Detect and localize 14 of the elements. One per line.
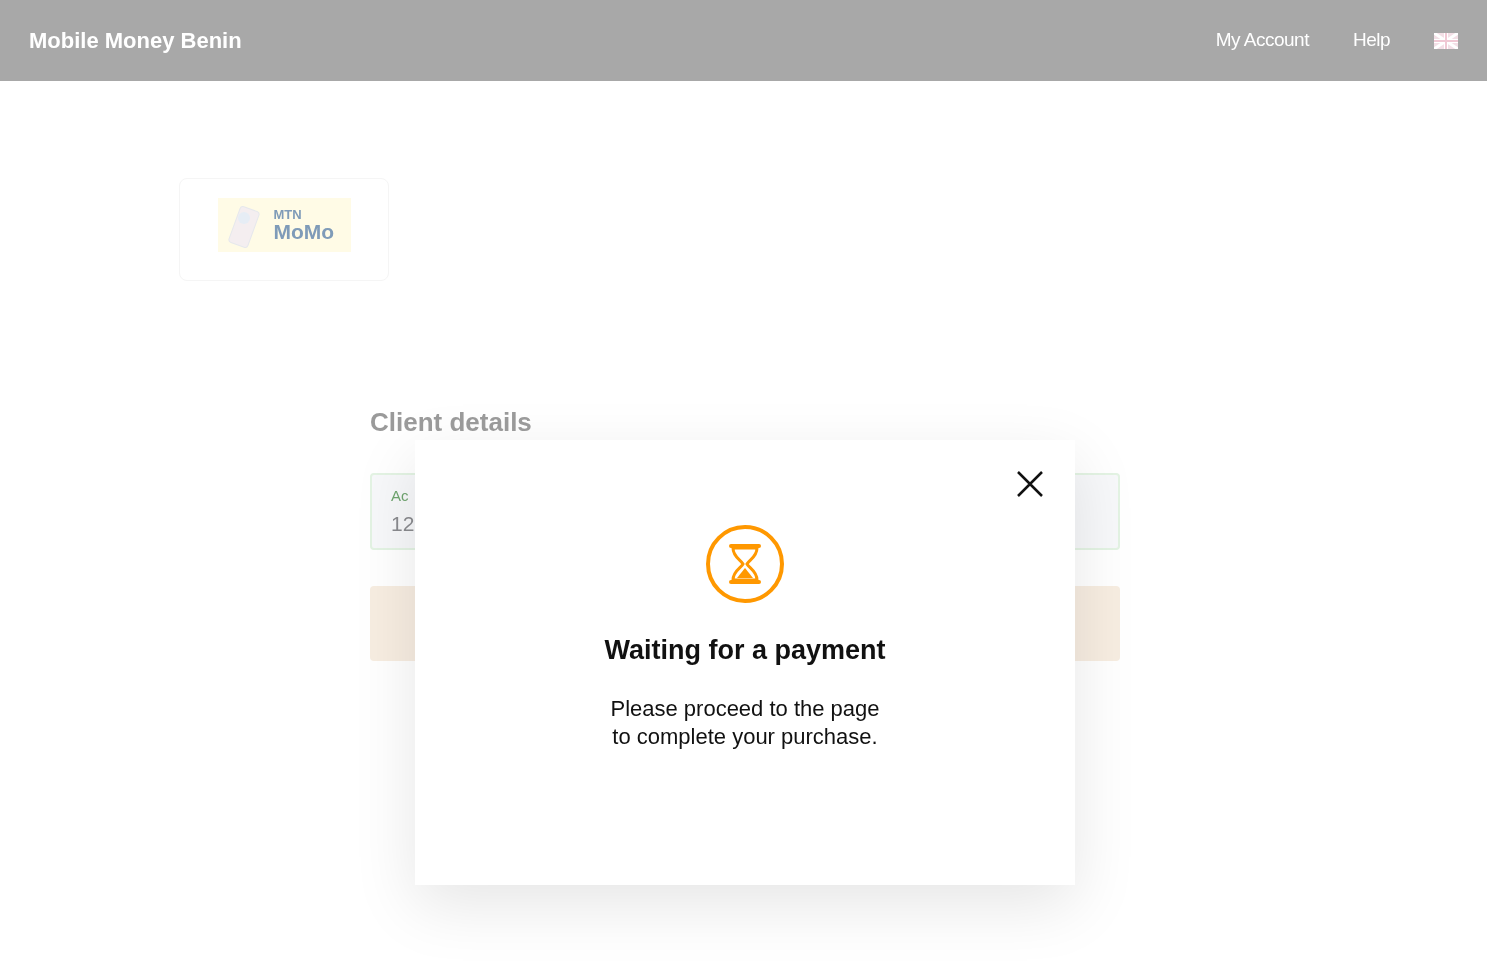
close-button[interactable] bbox=[1015, 469, 1045, 499]
field-value: 12 bbox=[391, 510, 416, 537]
logo-text: MoMo bbox=[273, 221, 335, 242]
nav-link[interactable]: My Account bbox=[1215, 26, 1309, 55]
field-label: Ac bbox=[391, 486, 410, 506]
hourglass-icon bbox=[705, 524, 785, 604]
logo-text: MTN bbox=[273, 208, 303, 221]
modal-title: Waiting for a payment bbox=[604, 634, 886, 667]
nav-link[interactable]: Help bbox=[1352, 26, 1390, 55]
site-title: Mobile Money Benin bbox=[29, 27, 242, 55]
modal-message: Please proceed to the page to complete your purchase. bbox=[610, 694, 880, 751]
close-icon bbox=[1016, 470, 1044, 498]
section-title: Client details bbox=[370, 409, 533, 435]
provider-card[interactable]: MTN MoMo bbox=[179, 178, 389, 281]
